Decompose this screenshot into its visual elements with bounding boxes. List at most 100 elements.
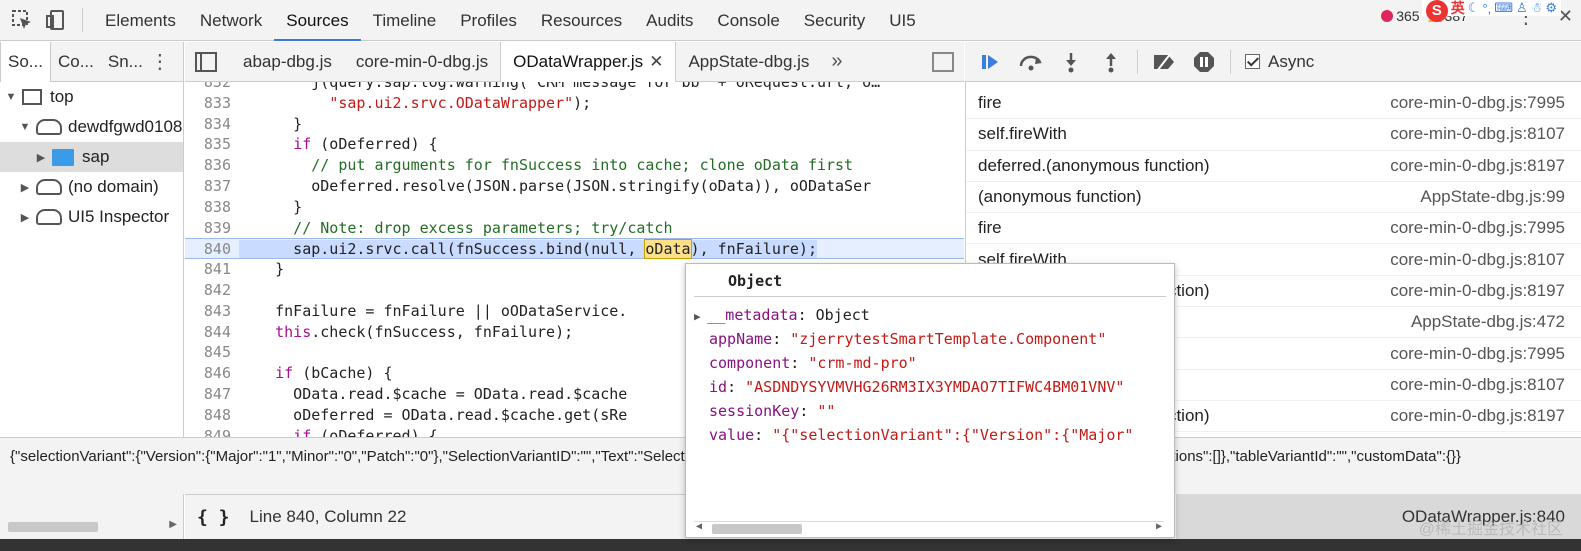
resume-icon[interactable]	[977, 48, 1005, 76]
ime-moon-icon[interactable]: ☾	[1468, 0, 1480, 16]
call-frame-location[interactable]: core-min-0-dbg.js:8197	[1390, 156, 1565, 176]
editor-tab[interactable]: ODataWrapper.js ✕	[500, 41, 677, 82]
call-frame-location[interactable]: core-min-0-dbg.js:8107	[1390, 375, 1565, 395]
code-line[interactable]: 837 oDeferred.resolve(JSON.parse(JSON.st…	[185, 176, 964, 197]
line-number[interactable]: 848	[185, 405, 231, 426]
call-frame-location[interactable]: core-min-0-dbg.js:8107	[1390, 124, 1565, 144]
line-number[interactable]: 847	[185, 384, 231, 405]
popover-scrollbar[interactable]: ◀ ▶	[694, 521, 1164, 535]
object-property[interactable]: value: "{"selectionVariant":{"Version":{…	[686, 423, 1174, 447]
step-out-icon[interactable]	[1097, 48, 1125, 76]
close-tab-icon[interactable]: ✕	[649, 52, 663, 71]
call-frame-location[interactable]: core-min-0-dbg.js:8197	[1390, 281, 1565, 301]
main-tab-security[interactable]: Security	[792, 0, 877, 41]
hovered-token[interactable]: oData	[644, 239, 692, 260]
tree-item[interactable]: ▶ (no domain)	[0, 172, 183, 202]
device-mode-icon[interactable]	[44, 8, 68, 32]
call-frame[interactable]: deferred.(anonymous function) core-min-0-…	[966, 151, 1581, 182]
ime-mode[interactable]: 英	[1451, 0, 1465, 18]
line-number[interactable]: 838	[185, 197, 231, 218]
line-number[interactable]: 832	[185, 82, 231, 93]
expanded-arrow-icon[interactable]: ▼	[4, 91, 18, 103]
code-line[interactable]: 836 // put arguments for fnSuccess into …	[185, 155, 964, 176]
editor-tab[interactable]: abap-dbg.js	[231, 42, 344, 82]
object-property[interactable]: sessionKey: ""	[686, 399, 1174, 423]
more-editor-tabs-icon[interactable]: »	[831, 50, 842, 73]
line-number[interactable]: 849	[185, 426, 231, 437]
line-number[interactable]: 836	[185, 155, 231, 176]
main-tab-elements[interactable]: Elements	[93, 0, 188, 41]
collapsed-arrow-icon[interactable]: ▶	[18, 211, 32, 224]
main-tab-timeline[interactable]: Timeline	[361, 0, 449, 41]
call-frame[interactable]: fire core-min-0-dbg.js:7995	[966, 213, 1581, 245]
call-frame-location[interactable]: AppState-dbg.js:472	[1411, 312, 1565, 332]
expand-arrow-icon[interactable]: ▶	[694, 310, 707, 323]
code-line[interactable]: 839 // Note: drop excess parameters; try…	[185, 218, 964, 239]
line-number[interactable]: 835	[185, 134, 231, 155]
call-frame-location[interactable]: AppState-dbg.js:99	[1420, 187, 1565, 207]
call-frame-location[interactable]: core-min-0-dbg.js:7995	[1390, 93, 1565, 113]
error-count[interactable]: 365	[1381, 8, 1420, 24]
nav-tab-sources[interactable]: So...	[0, 41, 51, 82]
line-number[interactable]: 833	[185, 93, 231, 114]
more-tabs-icon[interactable]: ⋮	[150, 49, 170, 74]
main-tab-network[interactable]: Network	[188, 0, 274, 41]
ime-keyboard-icon[interactable]: ⌨	[1494, 0, 1513, 16]
popover-scrollbar-thumb[interactable]	[712, 524, 802, 534]
call-frame[interactable]: (anonymous function) AppState-dbg.js:99	[966, 182, 1581, 214]
call-frame-location[interactable]: core-min-0-dbg.js:7995	[1390, 218, 1565, 238]
scroll-left-icon[interactable]: ◀	[696, 521, 702, 532]
line-number[interactable]: 837	[185, 176, 231, 197]
step-over-icon[interactable]	[1017, 48, 1045, 76]
object-property[interactable]: appName: "zjerrytestSmartTemplate.Compon…	[686, 327, 1174, 351]
line-number[interactable]: 846	[185, 363, 231, 384]
code-line[interactable]: 832 j(query.sap.log.warning("CRM message…	[185, 82, 964, 93]
line-number[interactable]: 843	[185, 301, 231, 322]
object-property[interactable]: ▶ __metadata: Object	[686, 303, 1174, 327]
line-number[interactable]: 839	[185, 218, 231, 239]
expanded-arrow-icon[interactable]: ▼	[18, 121, 32, 133]
main-tab-audits[interactable]: Audits	[634, 0, 705, 41]
tree-item[interactable]: ▼ top	[0, 82, 183, 112]
call-frame[interactable]: fire core-min-0-dbg.js:7995	[966, 88, 1581, 120]
collapsed-arrow-icon[interactable]: ▶	[18, 181, 32, 194]
inspect-element-icon[interactable]	[10, 8, 34, 32]
object-property[interactable]: id: "ASDNDYSYVMVHG26RM3IX3YMDAO7TIFWC4BM…	[686, 375, 1174, 399]
main-tab-ui5[interactable]: UI5	[877, 0, 927, 41]
editor-tab[interactable]: AppState-dbg.js	[676, 42, 821, 82]
ime-skin-icon[interactable]: ☃	[1531, 0, 1543, 16]
pretty-print-icon[interactable]: { }	[197, 507, 230, 528]
ime-user-icon[interactable]: ♙	[1516, 0, 1528, 16]
call-frame-location[interactable]: core-min-0-dbg.js:8107	[1390, 250, 1565, 270]
nav-tab-content-scripts[interactable]: Co...	[51, 42, 101, 82]
deactivate-breakpoints-icon[interactable]	[1150, 48, 1178, 76]
tree-item[interactable]: ▼ dewdfgwd0108	[0, 112, 183, 142]
scroll-right-icon[interactable]: ▶	[169, 519, 177, 530]
current-execution-line[interactable]: 840 sap.ui2.srvc.call(fnSuccess.bind(nul…	[185, 238, 964, 260]
object-property[interactable]: component: "crm-md-pro"	[686, 351, 1174, 375]
code-line[interactable]: 838 }	[185, 197, 964, 218]
scroll-right-icon[interactable]: ▶	[1156, 521, 1162, 532]
navigator-scrollbar[interactable]: ▶	[0, 494, 184, 539]
toggle-debugger-icon[interactable]	[932, 51, 954, 72]
ime-logo-icon[interactable]: S	[1425, 0, 1448, 22]
nav-tab-snippets[interactable]: Sn...	[101, 42, 150, 82]
main-tab-resources[interactable]: Resources	[529, 0, 634, 41]
toggle-navigator-icon[interactable]	[195, 51, 217, 72]
main-tab-sources[interactable]: Sources	[274, 0, 361, 41]
pause-on-exceptions-icon[interactable]	[1190, 48, 1218, 76]
tree-item[interactable]: ▶ sap	[0, 142, 183, 172]
code-line[interactable]: 833 "sap.ui2.srvc.ODataWrapper");	[185, 93, 964, 114]
ime-punct-icon[interactable]: °,	[1482, 1, 1491, 16]
call-frame-location[interactable]: core-min-0-dbg.js:8197	[1390, 406, 1565, 426]
ime-tools-icon[interactable]: ⚙	[1545, 0, 1557, 16]
line-number[interactable]: 842	[185, 280, 231, 301]
line-number[interactable]: 841	[185, 259, 231, 280]
line-number[interactable]: 845	[185, 342, 231, 363]
call-frame[interactable]: self.fireWith core-min-0-dbg.js:8107	[966, 119, 1581, 151]
tree-item[interactable]: ▶ UI5 Inspector	[0, 202, 183, 232]
code-line[interactable]: 834 }	[185, 114, 964, 135]
step-into-icon[interactable]	[1057, 48, 1085, 76]
main-tab-profiles[interactable]: Profiles	[448, 0, 529, 41]
main-tab-console[interactable]: Console	[705, 0, 791, 41]
